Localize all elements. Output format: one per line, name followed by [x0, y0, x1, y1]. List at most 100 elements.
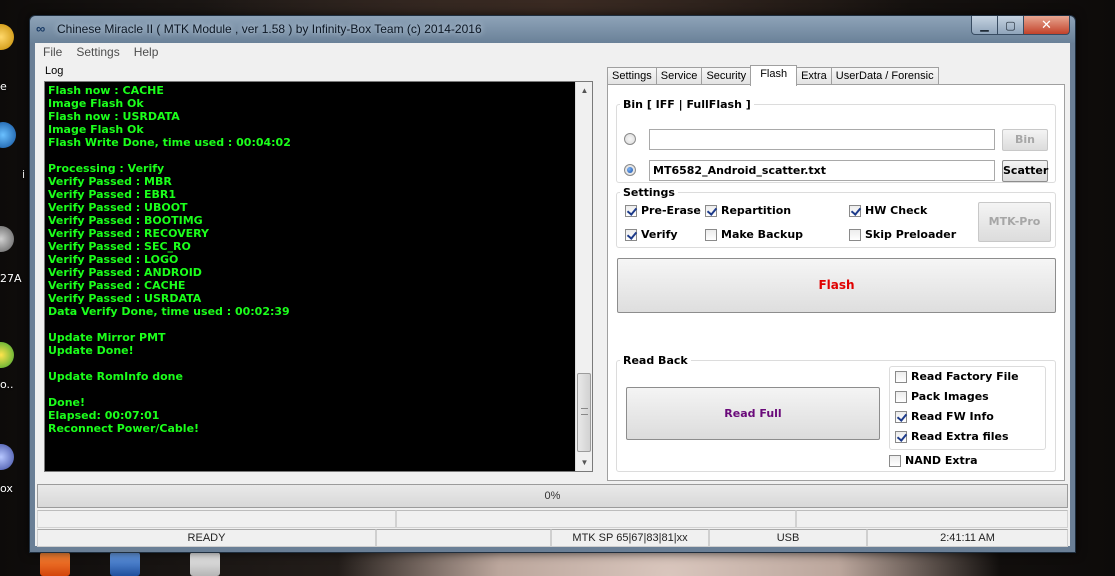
bin-path-field[interactable]	[649, 129, 995, 150]
taskbar-app-icon[interactable]	[40, 552, 70, 576]
bin-radio[interactable]	[624, 133, 636, 145]
pre-erase-checkbox[interactable]: Pre-Erase	[625, 204, 701, 217]
bin-button[interactable]: Bin	[1002, 129, 1048, 151]
log-line: Elapsed: 00:07:01	[48, 409, 160, 422]
status-ready: READY	[37, 529, 376, 547]
checkbox-label: HW Check	[865, 204, 928, 217]
checkbox-box	[625, 228, 637, 241]
log-line: Flash now : CACHE	[48, 84, 164, 97]
desktop-label: e	[0, 80, 7, 93]
flash-tab-page: Bin [ IFF | FullFlash ] Bin MT6582_Andro…	[607, 84, 1065, 481]
desktop-shortcut-icon[interactable]	[0, 444, 14, 470]
checkbox-label: Pre-Erase	[641, 204, 701, 217]
menu-settings[interactable]: Settings	[76, 43, 119, 62]
checkbox-box	[625, 204, 637, 217]
checkbox-label: Read FW Info	[911, 410, 994, 423]
desktop-shortcut-icon[interactable]	[0, 342, 14, 368]
checkbox-box	[705, 228, 717, 241]
flash-button[interactable]: Flash	[617, 258, 1056, 313]
grip-icon	[581, 408, 588, 415]
app-window: ∞ Chinese Miracle II ( MTK Module , ver …	[29, 15, 1076, 553]
scatter-radio[interactable]	[624, 164, 636, 176]
close-button[interactable]: ✕	[1024, 16, 1070, 35]
taskbar-app-icon[interactable]	[190, 552, 220, 576]
log-line: Verify Passed : BOOTIMG	[48, 214, 203, 227]
checkbox-box	[849, 228, 861, 241]
log-line: Verify Passed : ANDROID	[48, 266, 202, 279]
log-scrollbar[interactable]: ▲ ▼	[575, 82, 592, 471]
make-backup-checkbox[interactable]: Make Backup	[705, 228, 803, 241]
log-output[interactable]: Flash now : CACHE Image Flash Ok Flash now…	[44, 81, 593, 472]
log-line: Done!	[48, 396, 85, 409]
tab-service[interactable]: Service	[655, 67, 703, 85]
desktop-shortcut-icon[interactable]	[0, 122, 16, 148]
status-chipset: MTK SP 65|67|83|81|xx	[551, 529, 709, 547]
readback-group-label: Read Back	[620, 354, 691, 367]
log-line: Image Flash Ok	[48, 97, 144, 110]
status-connection: USB	[709, 529, 867, 547]
desktop-shortcut-icon[interactable]	[0, 24, 14, 50]
pack-images-checkbox[interactable]: Pack Images	[895, 390, 989, 403]
maximize-button[interactable]: ▢	[998, 16, 1024, 35]
mtk-pro-button[interactable]: MTK-Pro	[978, 202, 1051, 242]
minimize-button[interactable]: ▁	[971, 16, 998, 35]
checkbox-box	[895, 410, 907, 423]
menu-help[interactable]: Help	[134, 43, 159, 62]
desktop-label: 27A	[0, 272, 22, 285]
title-bar[interactable]: ∞ Chinese Miracle II ( MTK Module , ver …	[30, 16, 1075, 43]
log-line: Processing : Verify	[48, 162, 165, 175]
log-line: Verify Passed : CACHE	[48, 279, 186, 292]
read-extra-files-checkbox[interactable]: Read Extra files	[895, 430, 1009, 443]
progress-bar: 0%	[37, 484, 1068, 508]
log-line: Update RomInfo done	[48, 370, 183, 383]
checkbox-box	[895, 390, 907, 403]
log-line: Update Done!	[48, 344, 134, 357]
status-cell	[37, 510, 396, 528]
checkbox-box	[895, 370, 907, 383]
infinity-app-icon: ∞	[36, 21, 46, 36]
scroll-thumb[interactable]	[577, 373, 591, 452]
scroll-down-icon[interactable]: ▼	[576, 454, 593, 471]
log-line: Verify Passed : UBOOT	[48, 201, 188, 214]
nand-extra-checkbox[interactable]: NAND Extra	[889, 454, 978, 467]
log-line: Verify Passed : LOGO	[48, 253, 179, 266]
tab-strip: Settings Service Security Flash Extra UserDat…	[607, 65, 939, 86]
skip-preloader-checkbox[interactable]: Skip Preloader	[849, 228, 956, 241]
taskbar-app-icon[interactable]	[110, 552, 140, 576]
desktop-shortcut-icon[interactable]	[0, 226, 14, 252]
read-factory-file-checkbox[interactable]: Read Factory File	[895, 370, 1019, 383]
read-full-button[interactable]: Read Full	[626, 387, 880, 440]
scatter-path-field[interactable]: MT6582_Android_scatter.txt	[649, 160, 995, 181]
tab-extra[interactable]: Extra	[796, 67, 832, 85]
menu-file[interactable]: File	[43, 43, 62, 62]
secondary-status-bar	[37, 510, 1068, 528]
log-line: Flash Write Done, time used : 00:04:02	[48, 136, 291, 149]
tab-userdata-forensic[interactable]: UserData / Forensic	[830, 67, 939, 85]
checkbox-box	[849, 204, 861, 217]
log-line: Verify Passed : EBR1	[48, 188, 177, 201]
hw-check-checkbox[interactable]: HW Check	[849, 204, 927, 217]
minimize-icon: ▁	[980, 19, 989, 32]
tab-settings[interactable]: Settings	[607, 67, 657, 85]
scatter-button[interactable]: Scatter	[1002, 160, 1048, 182]
scroll-up-icon[interactable]: ▲	[576, 82, 593, 99]
tab-security[interactable]: Security	[701, 67, 752, 85]
tab-flash[interactable]: Flash	[750, 65, 798, 86]
read-fw-info-checkbox[interactable]: Read FW Info	[895, 410, 994, 423]
log-line: Reconnect Power/Cable!	[48, 422, 200, 435]
log-line: Flash now : USRDATA	[48, 110, 180, 123]
verify-checkbox[interactable]: Verify	[625, 228, 678, 241]
checkbox-label: Verify	[641, 228, 678, 241]
client-area: File Settings Help Log Flash now : CACHE…	[35, 43, 1070, 547]
checkbox-box	[889, 454, 901, 467]
status-bar: READY MTK SP 65|67|83|81|xx USB 2:41:11 …	[37, 529, 1068, 547]
close-icon: ✕	[1041, 17, 1052, 32]
checkbox-label: Read Extra files	[911, 430, 1009, 443]
log-line: Verify Passed : RECOVERY	[48, 227, 210, 240]
log-text: Flash now : CACHE Image Flash Ok Flash now…	[48, 84, 572, 471]
repartition-checkbox[interactable]: Repartition	[705, 204, 791, 217]
